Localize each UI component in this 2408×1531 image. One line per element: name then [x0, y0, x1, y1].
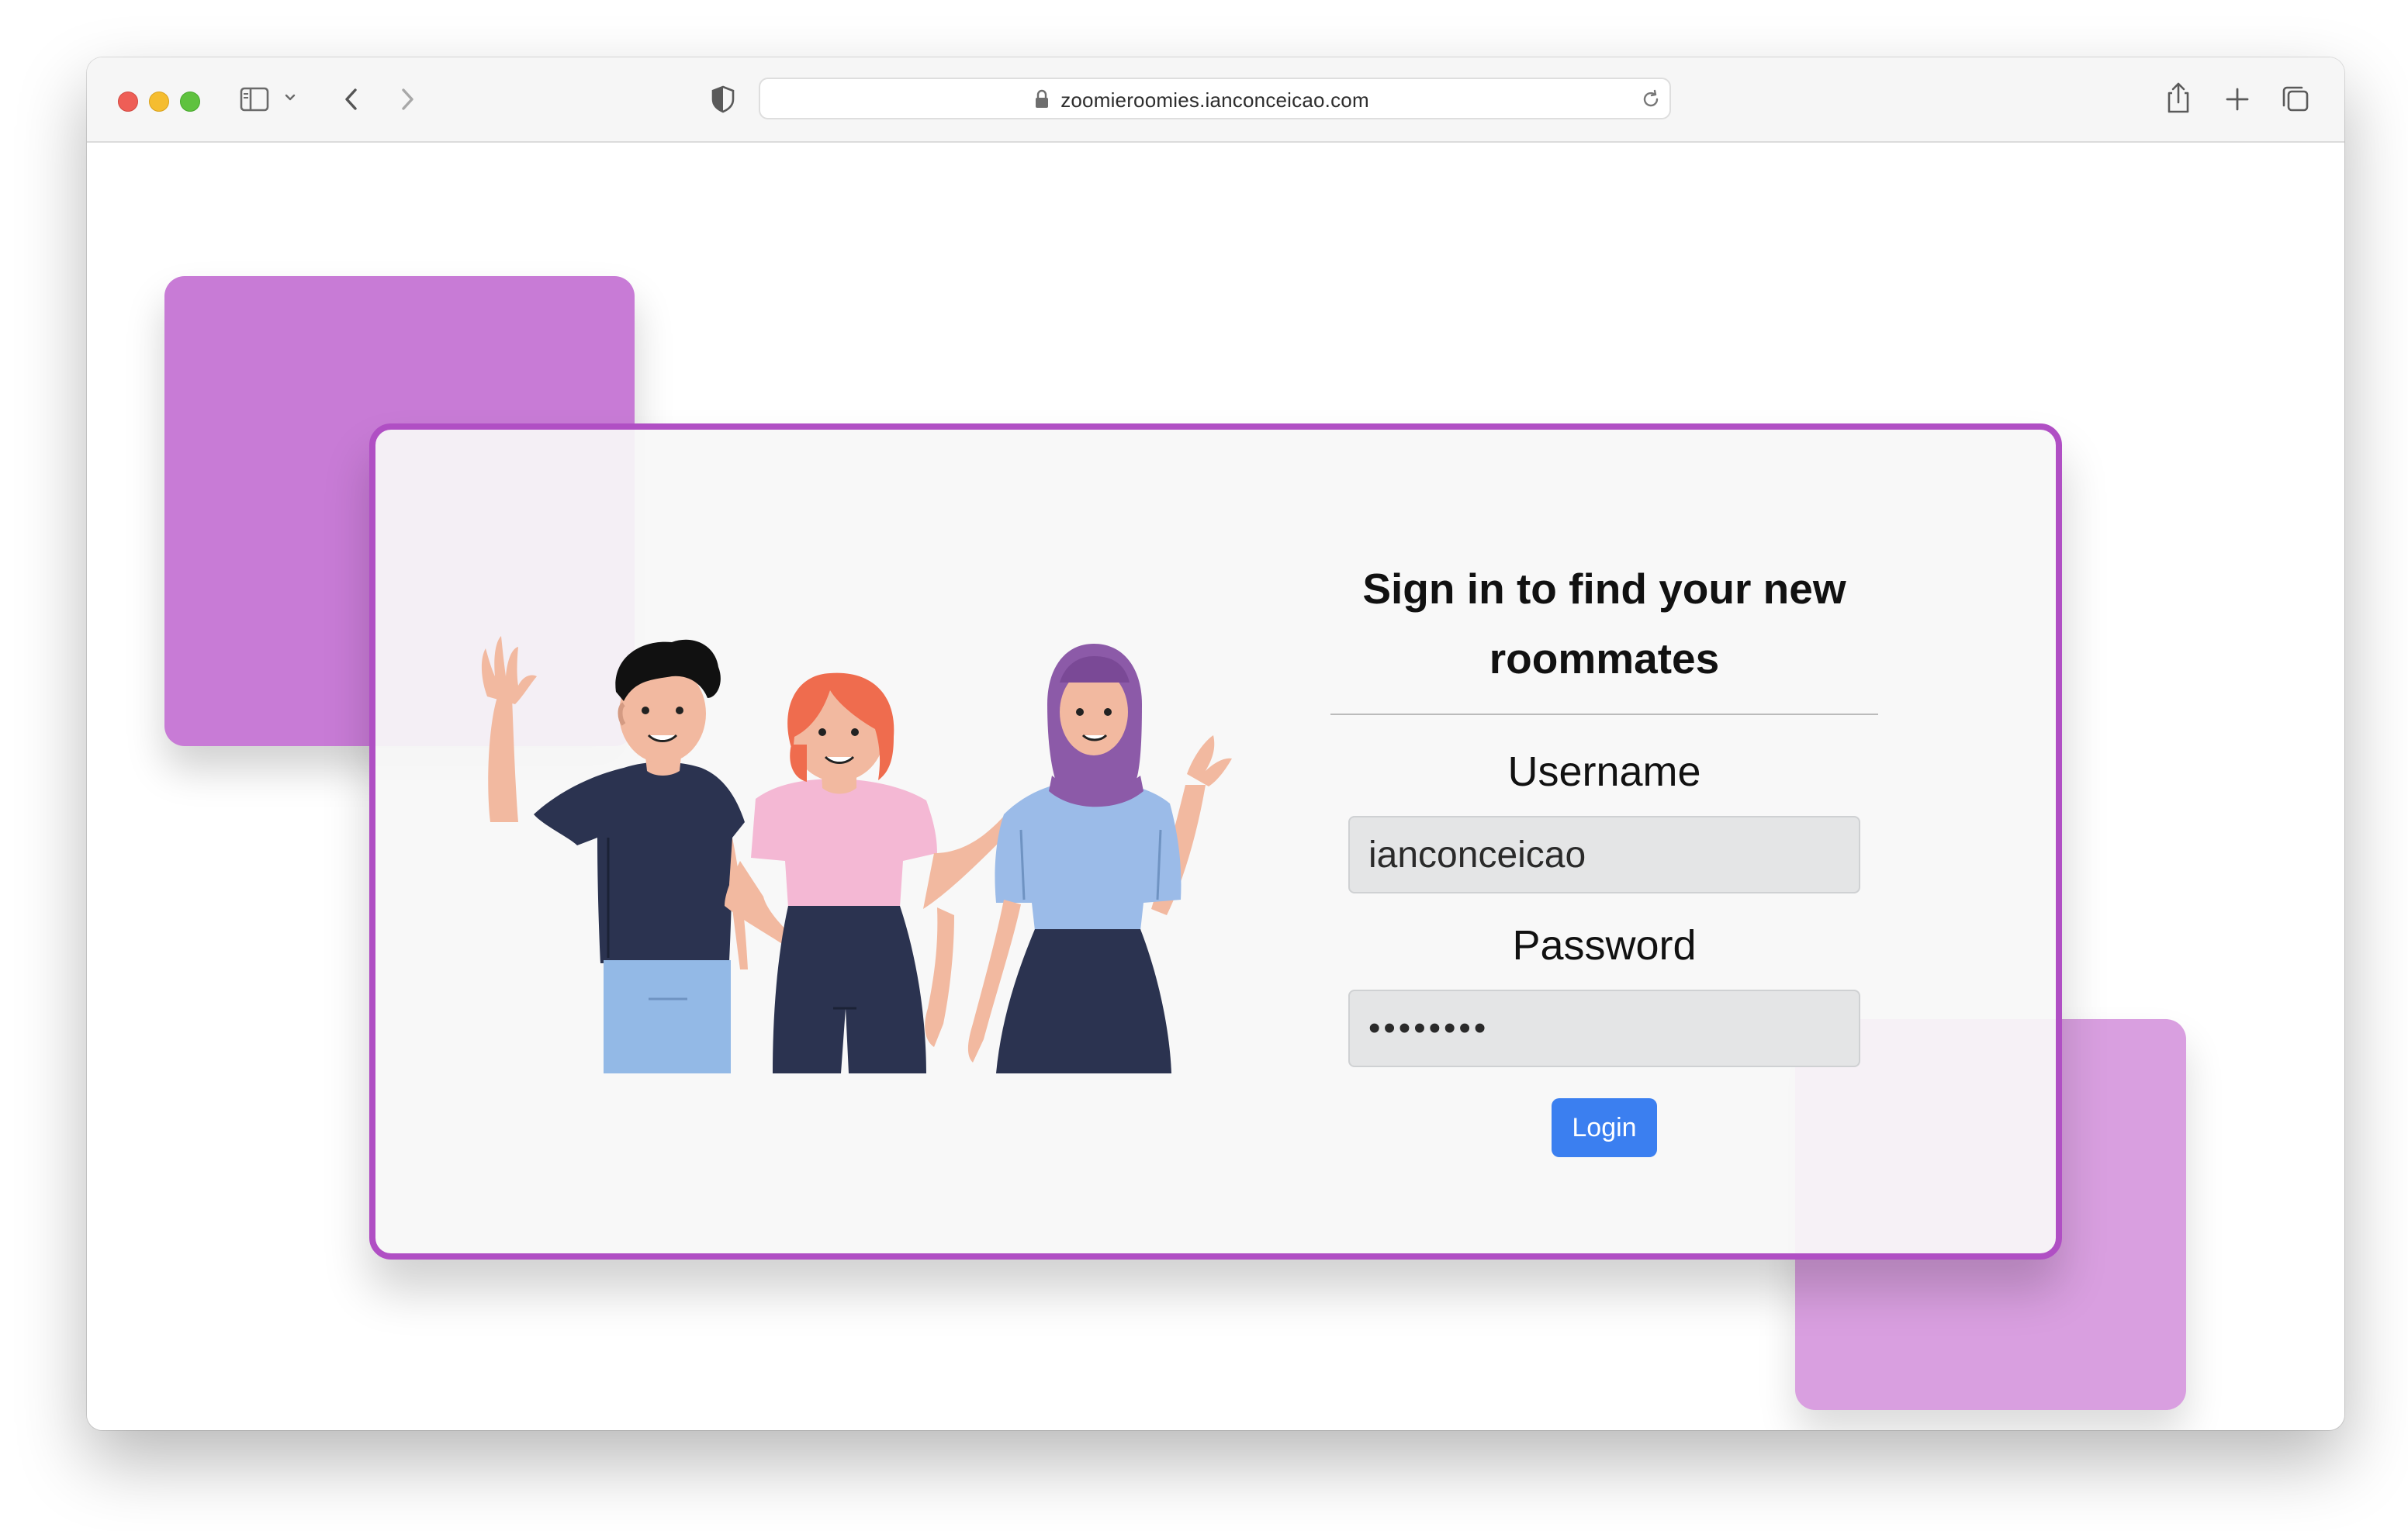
sidebar-icon[interactable] [239, 84, 270, 115]
login-form: Sign in to find your new roommates Usern… [1294, 554, 1915, 1157]
new-tab-icon[interactable] [2222, 84, 2253, 115]
login-title: Sign in to find your new roommates [1362, 565, 1846, 683]
reload-icon[interactable] [1640, 88, 1662, 110]
password-label: Password [1512, 922, 1697, 969]
chevron-down-icon[interactable] [282, 90, 298, 105]
close-window-icon[interactable] [118, 92, 138, 112]
password-input[interactable] [1348, 990, 1860, 1067]
username-label: Username [1507, 748, 1701, 795]
browser-toolbar: zoomieroomies.ianconceicao.com [87, 57, 2344, 143]
login-button[interactable]: Login [1552, 1098, 1657, 1157]
person-girl-hijab [967, 644, 1232, 1073]
person-boy [481, 636, 748, 1073]
share-icon[interactable] [2163, 81, 2194, 115]
page-content: Sign in to find your new roommates Usern… [87, 143, 2344, 1430]
username-input[interactable] [1348, 816, 1860, 893]
browser-window: zoomieroomies.ianconceicao.com Sign in t… [87, 57, 2344, 1430]
zoom-window-icon[interactable] [180, 92, 200, 112]
login-card: Sign in to find your new roommates Usern… [369, 423, 2062, 1260]
tab-overview-icon[interactable] [2279, 84, 2312, 115]
lock-icon [1036, 89, 1049, 108]
privacy-shield-icon[interactable] [708, 84, 739, 115]
people-waving-illustration [481, 636, 1232, 1073]
back-icon[interactable] [337, 84, 368, 115]
address-url: zoomieroomies.ianconceicao.com [1060, 88, 1369, 112]
title-divider [1330, 714, 1878, 715]
address-bar[interactable]: zoomieroomies.ianconceicao.com [759, 78, 1671, 119]
forward-icon[interactable] [391, 84, 422, 115]
person-girl-redhead [725, 672, 1015, 1073]
minimize-window-icon[interactable] [149, 92, 169, 112]
